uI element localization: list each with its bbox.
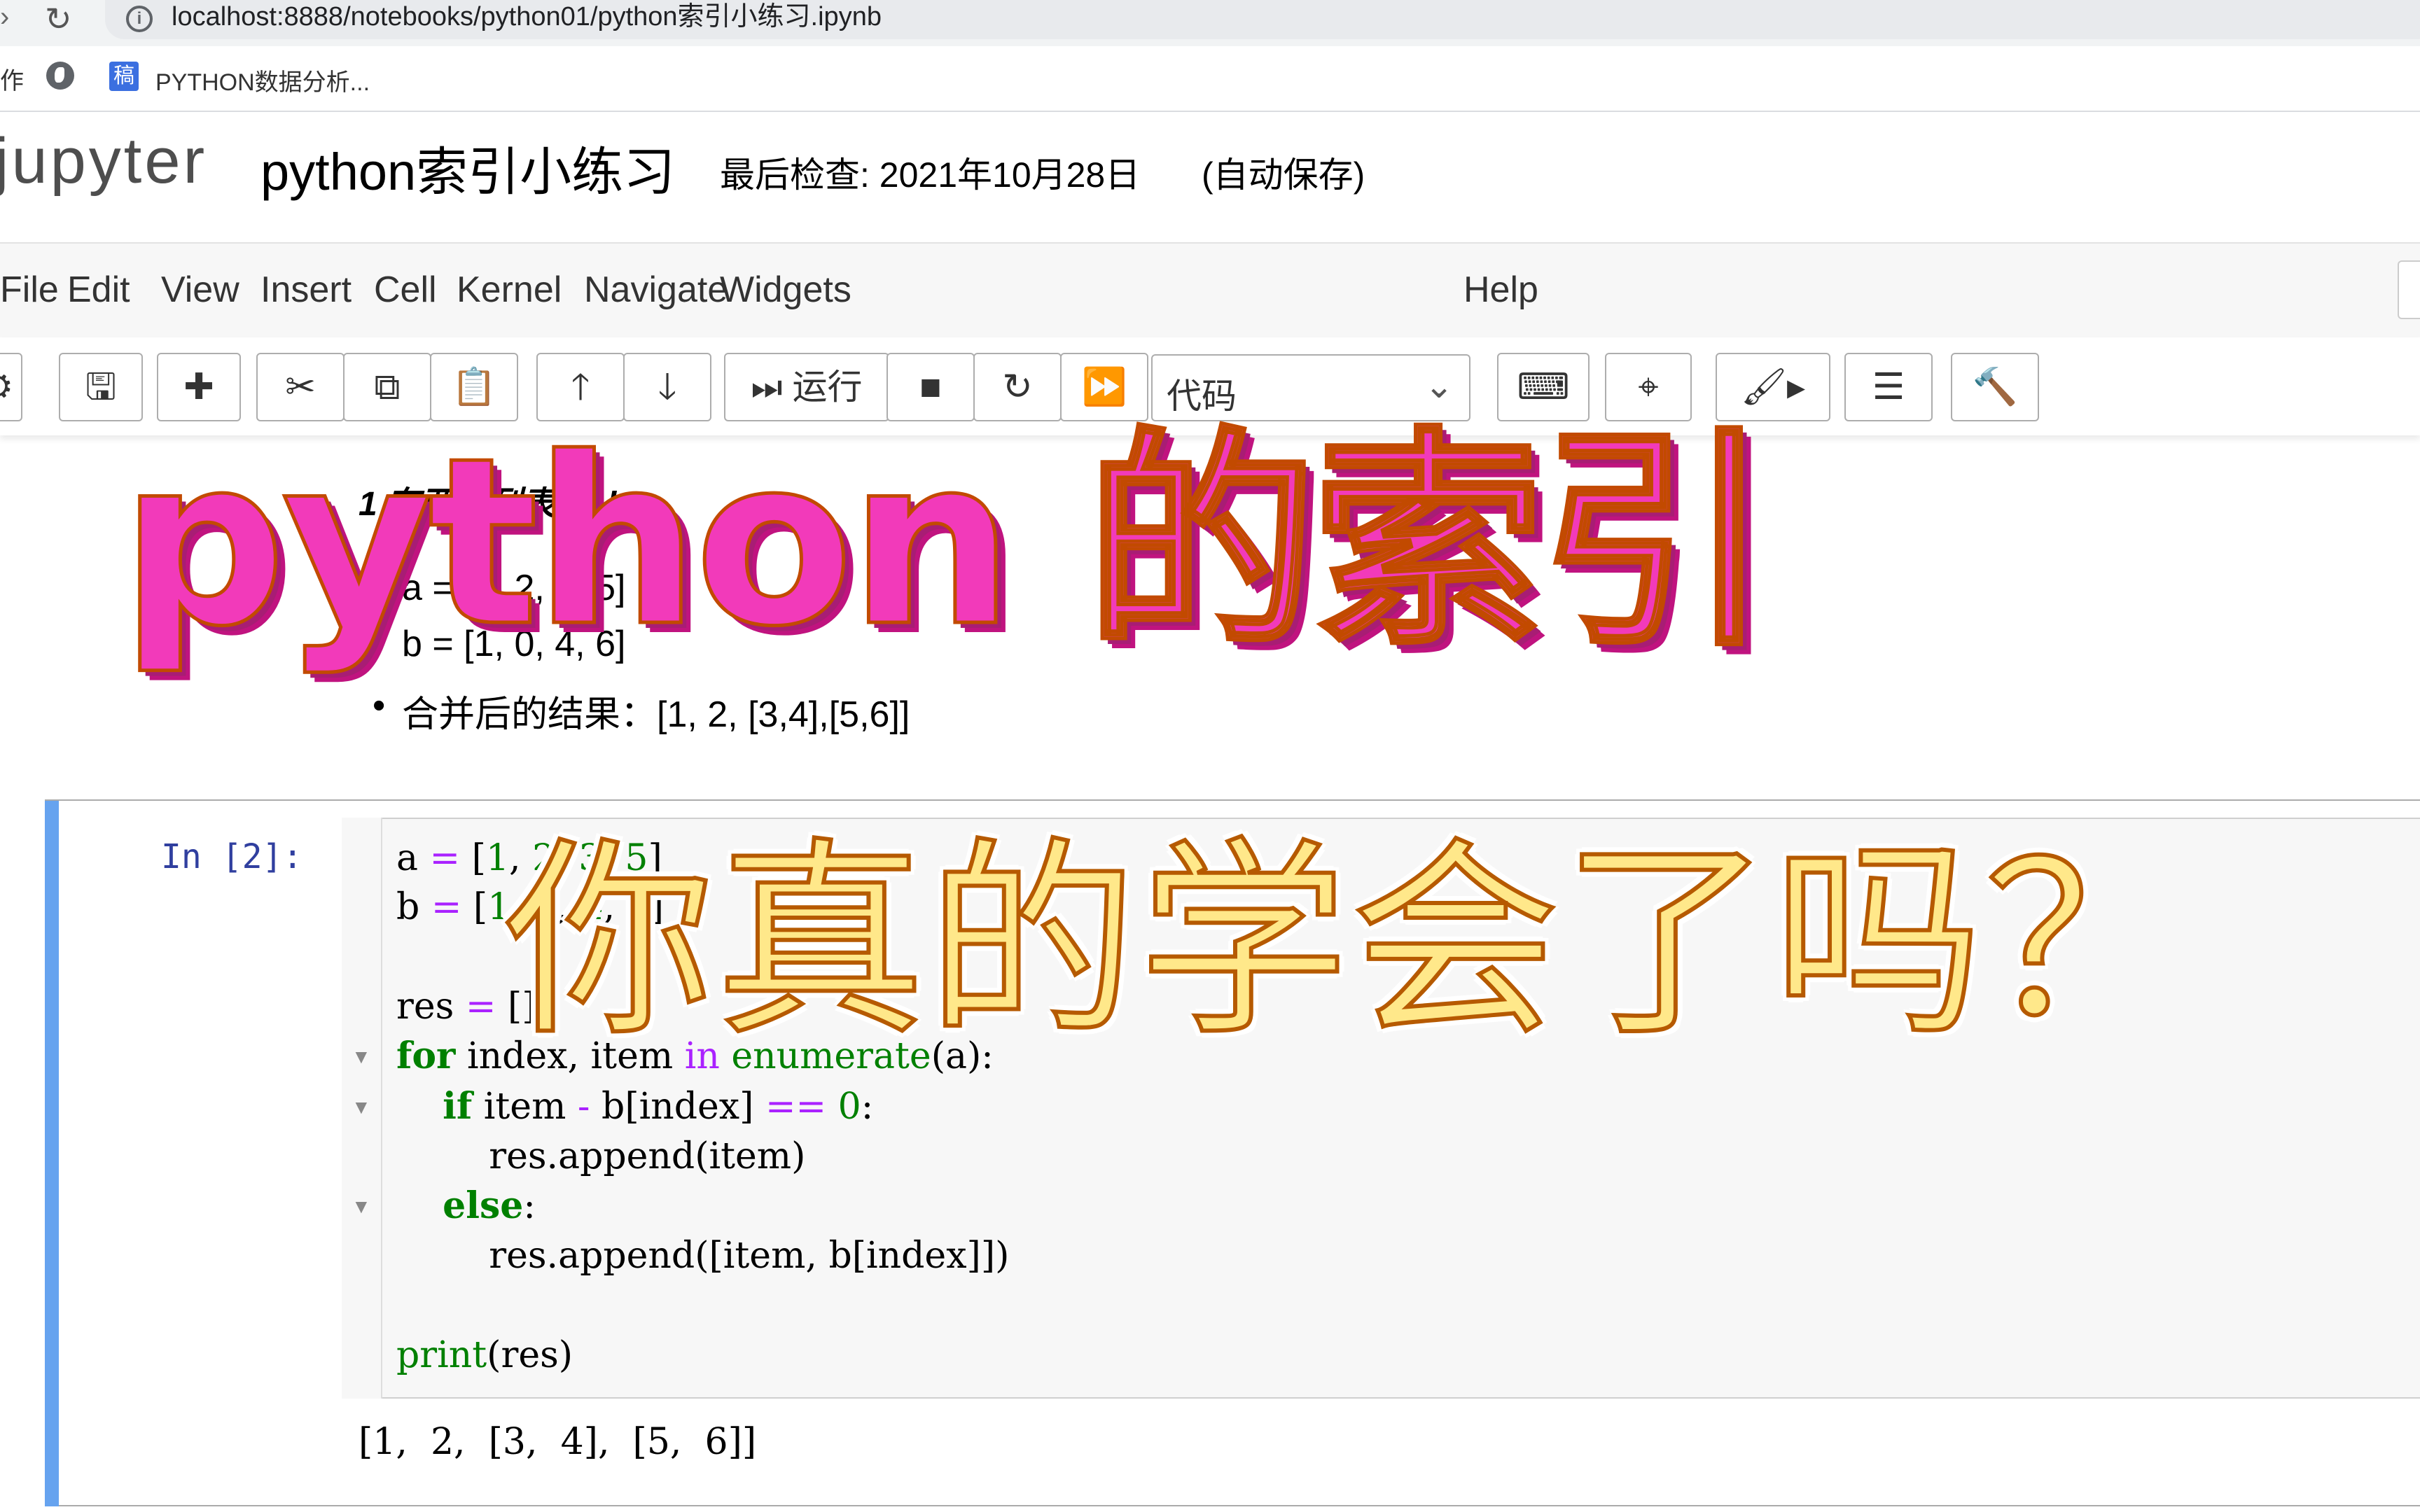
code-line[interactable]: if item - b[index] == 0: [396, 1085, 873, 1128]
info-icon[interactable]: i [126, 6, 153, 32]
cell-output: [1, 2, [3, 4], [5, 6]] [359, 1421, 757, 1463]
bookmark-python-analysis[interactable]: PYTHON数据分析... [155, 63, 370, 97]
checkpoint-status: 最后检查: 2021年10月28日 [720, 155, 1141, 195]
reload-icon[interactable]: ↻ [45, 0, 72, 38]
gear-icon[interactable]: ⚙ [0, 353, 22, 421]
cell-selected-bar [45, 801, 59, 1506]
address-bar[interactable]: i localhost:8888/notebooks/python01/pyth… [105, 0, 2420, 39]
overlay-title: python 的索引 [119, 408, 1773, 677]
overlay-subtitle: 你真的学会了吗？ [502, 820, 2197, 1064]
hammer-icon[interactable]: 🔨 [1951, 353, 2039, 421]
code-line[interactable]: res.append(item) [396, 1135, 805, 1177]
menu-navigate[interactable]: Navigate [584, 269, 728, 311]
kernel-indicator[interactable] [2398, 260, 2420, 319]
menu-edit[interactable]: Edit [67, 269, 130, 311]
run-icon: ⏭ [751, 368, 783, 407]
menu-file[interactable]: File [0, 269, 59, 311]
markdown-bullet-result: 合并后的结果：[1, 2, [3,4],[5,6]] [373, 685, 910, 737]
jupyter-logo[interactable]: jupyter [0, 125, 207, 198]
input-prompt: In [2]: [161, 837, 303, 876]
menu-help[interactable]: Help [1463, 269, 1538, 311]
globe-icon[interactable] [46, 62, 74, 90]
url-text[interactable]: localhost:8888/notebooks/python01/python… [172, 0, 882, 34]
chevron-down-icon: ⌄ [1424, 366, 1454, 405]
code-line[interactable]: print(res) [396, 1334, 573, 1376]
browser-toolbar: › ↻ i localhost:8888/notebooks/python01/… [0, 0, 2420, 46]
menubar: File Edit View Insert Cell Kernel Naviga… [0, 242, 2420, 339]
bookmarks-bar: 作 稿 PYTHON数据分析... [0, 46, 2420, 112]
menu-view[interactable]: View [161, 269, 239, 311]
autosave-status: (自动保存) [1202, 155, 1365, 195]
notebook-name[interactable]: python索引小练习 [260, 130, 675, 205]
forward-icon[interactable]: › [0, 1, 9, 33]
fold-arrow-icon[interactable]: ▼ [352, 1096, 371, 1119]
code-line[interactable]: else: [396, 1184, 536, 1227]
code-line[interactable]: res.append([item, b[index]]) [396, 1235, 1009, 1277]
menu-kernel[interactable]: Kernel [457, 269, 562, 311]
list-icon[interactable]: ☰ [1844, 353, 1933, 421]
menu-widgets[interactable]: Widgets [720, 269, 851, 311]
bookmark-folder-label[interactable]: 作 [0, 62, 24, 96]
fold-arrow-icon[interactable]: ▼ [352, 1196, 371, 1218]
run-label: 运行 [792, 368, 863, 407]
bookmark-favicon-icon[interactable]: 稿 [109, 62, 139, 91]
menu-insert[interactable]: Insert [260, 269, 352, 311]
fold-arrow-icon[interactable]: ▼ [352, 1046, 371, 1068]
menu-cell[interactable]: Cell [374, 269, 437, 311]
